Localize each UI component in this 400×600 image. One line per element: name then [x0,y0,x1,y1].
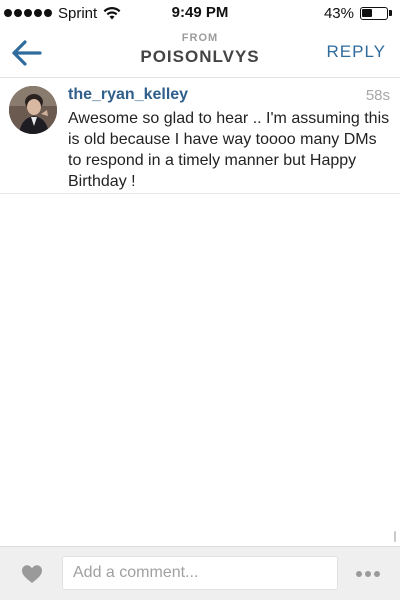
nav-bar: FROM POISONLVYS REPLY [0,26,400,78]
heart-icon[interactable] [21,564,43,584]
battery-fill [362,8,372,17]
battery-cap [389,10,392,16]
battery-icon [360,6,388,20]
comment-input[interactable] [62,556,338,590]
message-text: Awesome so glad to hear .. I'm assuming … [68,110,390,190]
status-bar: Sprint 9:49 PM 43% [0,0,400,26]
status-right: 43% [324,4,392,22]
battery-percent: 43% [323,4,354,22]
more-dots-icon[interactable] [356,571,380,577]
sender-username[interactable]: the_ryan_kelley [68,86,188,104]
back-arrow-icon [12,40,42,66]
nav-title-block: FROM POISONLVYS [100,32,300,67]
message-timestamp: 58s [365,87,390,104]
page-title[interactable]: POISONLVYS [100,47,300,67]
back-button[interactable] [10,38,46,68]
scroll-indicator [394,531,396,542]
comment-bar [0,546,400,600]
nav-from-label: FROM [181,32,219,44]
avatar[interactable] [9,86,57,134]
message-item: the_ryan_kelley 58s Awesome so glad to h… [0,80,400,194]
reply-button[interactable]: REPLY [327,42,387,62]
